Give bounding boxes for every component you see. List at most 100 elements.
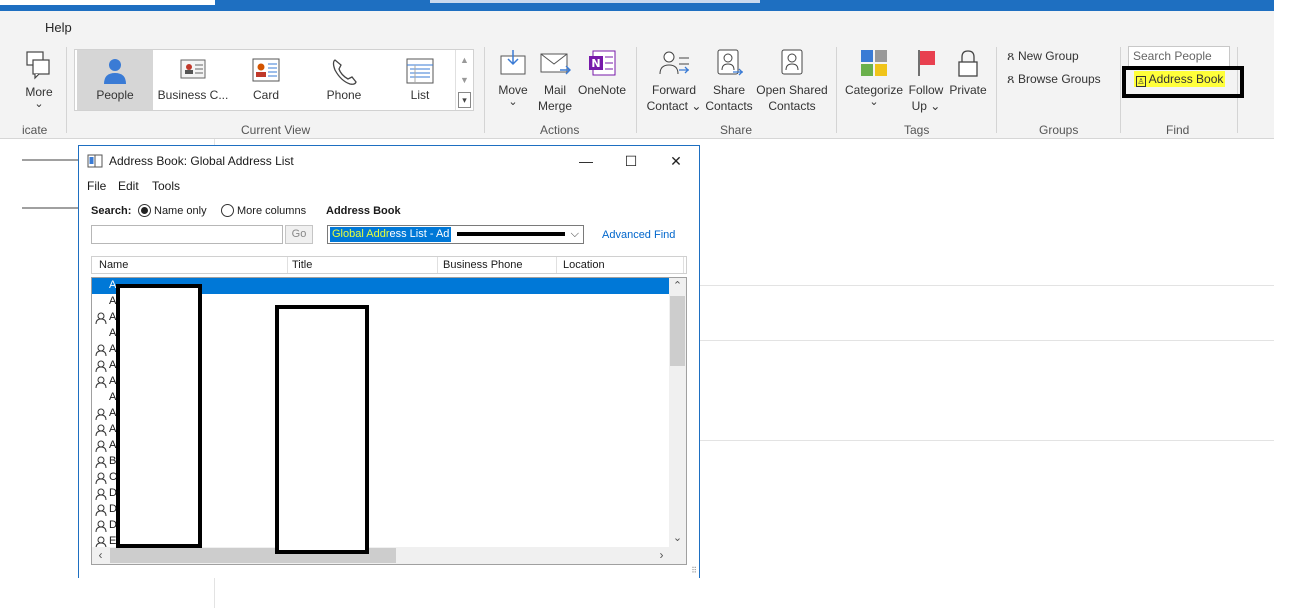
chevron-down-icon: ⌄ bbox=[34, 98, 44, 110]
scroll-down-icon[interactable]: ⌄ bbox=[669, 530, 686, 546]
outlook-window: Help More ⌄ icate People Business C... C… bbox=[0, 0, 1307, 608]
vertical-scrollbar[interactable]: ⌃ ⌄ bbox=[669, 278, 686, 548]
group-label-find: Find bbox=[1166, 123, 1190, 137]
search-label: Search: bbox=[91, 205, 132, 217]
person-icon bbox=[95, 440, 107, 453]
divider bbox=[700, 285, 1274, 286]
browse-groups-button[interactable]: ጸ Browse Groups bbox=[1007, 71, 1101, 87]
share-contacts-label-2: Contacts bbox=[705, 99, 753, 113]
scroll-down-icon[interactable]: ▼ bbox=[456, 70, 473, 90]
forward-contact-button[interactable]: Forward Contact ⌄ bbox=[646, 48, 702, 114]
chevron-down-icon[interactable]: ⌵ bbox=[571, 226, 579, 243]
forward-contact-label-2: Contact ⌄ bbox=[646, 99, 702, 113]
column-name[interactable]: Name bbox=[99, 259, 128, 271]
scroll-left-icon[interactable]: ‹ bbox=[92, 547, 109, 564]
address-book-value-part: Global Addr bbox=[332, 228, 390, 240]
address-book-dialog: Address Book: Global Address List — ☐ ✕ … bbox=[78, 145, 700, 578]
column-divider[interactable] bbox=[556, 257, 557, 273]
share-contacts-label-1: Share bbox=[712, 83, 746, 97]
person-icon bbox=[95, 520, 107, 533]
person-icon bbox=[95, 504, 107, 517]
scroll-up-icon[interactable]: ▲ bbox=[456, 50, 473, 70]
address-book-value-part: ess List - Ad bbox=[389, 228, 450, 240]
view-card[interactable]: Card bbox=[233, 50, 299, 110]
column-title[interactable]: Title bbox=[292, 259, 312, 271]
categorize-icon bbox=[861, 50, 887, 76]
redaction-bar bbox=[456, 231, 566, 237]
redaction-box bbox=[275, 305, 369, 554]
go-button[interactable]: Go bbox=[285, 225, 313, 244]
group-label-current-view: Current View bbox=[241, 123, 311, 137]
search-people-input[interactable]: Search People bbox=[1128, 46, 1230, 67]
title-bar bbox=[0, 0, 1274, 11]
maximize-icon[interactable]: ☐ bbox=[619, 150, 643, 172]
person-icon bbox=[95, 424, 107, 437]
view-list[interactable]: List bbox=[385, 50, 455, 110]
search-input[interactable] bbox=[91, 225, 283, 244]
card-icon bbox=[252, 58, 280, 82]
column-divider[interactable] bbox=[437, 257, 438, 273]
chevron-down-icon: ⌄ bbox=[508, 96, 518, 108]
onenote-icon: N bbox=[589, 50, 616, 76]
tab-help[interactable]: Help bbox=[45, 20, 72, 35]
chevron-down-icon: ⌄ bbox=[869, 96, 879, 108]
menu-edit[interactable]: Edit bbox=[118, 179, 139, 193]
dialog-menu-bar: File Edit Tools bbox=[79, 176, 699, 198]
follow-up-button[interactable]: Follow Up ⌄ bbox=[906, 48, 946, 114]
open-shared-contacts-label-1: Open Shared bbox=[756, 83, 828, 97]
open-shared-contacts-button[interactable]: Open Shared Contacts bbox=[756, 48, 828, 114]
view-business-card[interactable]: Business C... bbox=[155, 50, 231, 110]
mail-merge-button[interactable]: Mail Merge bbox=[536, 48, 574, 114]
advanced-find-link[interactable]: Advanced Find bbox=[602, 229, 675, 241]
move-button[interactable]: Move ⌄ bbox=[494, 48, 532, 108]
title-bar-left bbox=[0, 0, 215, 5]
categorize-button[interactable]: Categorize ⌄ bbox=[844, 48, 904, 108]
resize-grip-icon[interactable]: ⠿ bbox=[691, 566, 697, 575]
person-icon bbox=[95, 312, 107, 325]
share-contacts-button[interactable]: Share Contacts bbox=[704, 48, 754, 114]
svg-text:N: N bbox=[591, 57, 600, 70]
people-group-icon: ጸ bbox=[1007, 71, 1015, 86]
column-location[interactable]: Location bbox=[563, 259, 605, 271]
radio-name-only[interactable] bbox=[138, 204, 151, 217]
view-phone[interactable]: Phone bbox=[307, 50, 381, 110]
more-button[interactable]: More ⌄ bbox=[22, 50, 56, 110]
address-book-select[interactable]: Global Address List - Ad ⌵ bbox=[327, 225, 584, 244]
view-card-label: Card bbox=[252, 88, 279, 102]
scroll-right-icon[interactable]: › bbox=[653, 547, 670, 564]
horizontal-scrollbar[interactable]: ‹ › bbox=[92, 547, 670, 564]
menu-file[interactable]: File bbox=[87, 179, 106, 193]
column-business-phone[interactable]: Business Phone bbox=[443, 259, 523, 271]
new-group-label: New Group bbox=[1017, 49, 1079, 63]
new-group-button[interactable]: ጸ New Group bbox=[1007, 48, 1079, 64]
scroll-thumb[interactable] bbox=[670, 296, 685, 366]
person-icon bbox=[95, 344, 107, 357]
divider bbox=[700, 340, 1274, 341]
onenote-button[interactable]: N OneNote bbox=[578, 48, 626, 98]
column-divider[interactable] bbox=[683, 257, 684, 273]
person-icon bbox=[95, 456, 107, 469]
view-people-label: People bbox=[96, 88, 134, 102]
separator bbox=[996, 47, 997, 133]
menu-tools[interactable]: Tools bbox=[152, 179, 180, 193]
person-icon bbox=[95, 488, 107, 501]
group-label-actions: Actions bbox=[540, 123, 580, 137]
view-phone-label: Phone bbox=[326, 88, 362, 102]
current-view-gallery: People Business C... Card Phone List ▲ ▼… bbox=[74, 49, 474, 111]
redaction-box bbox=[116, 284, 202, 548]
scroll-up-icon[interactable]: ⌃ bbox=[669, 278, 686, 294]
minimize-icon[interactable]: — bbox=[574, 150, 598, 172]
radio-more-columns[interactable] bbox=[221, 204, 234, 217]
column-divider[interactable] bbox=[287, 257, 288, 273]
lock-icon bbox=[958, 50, 978, 77]
close-icon[interactable]: ✕ bbox=[664, 150, 688, 172]
private-button[interactable]: Private bbox=[948, 48, 988, 98]
group-label-communicate: icate bbox=[22, 123, 48, 137]
mail-merge-label-2: Merge bbox=[537, 99, 572, 113]
view-people[interactable]: People bbox=[77, 50, 153, 110]
divider bbox=[22, 159, 80, 161]
gallery-scroll[interactable]: ▲ ▼ ▾ bbox=[455, 50, 473, 110]
expand-gallery-icon[interactable]: ▾ bbox=[458, 92, 471, 108]
title-search-box[interactable] bbox=[430, 0, 760, 3]
more-icon bbox=[26, 51, 50, 80]
